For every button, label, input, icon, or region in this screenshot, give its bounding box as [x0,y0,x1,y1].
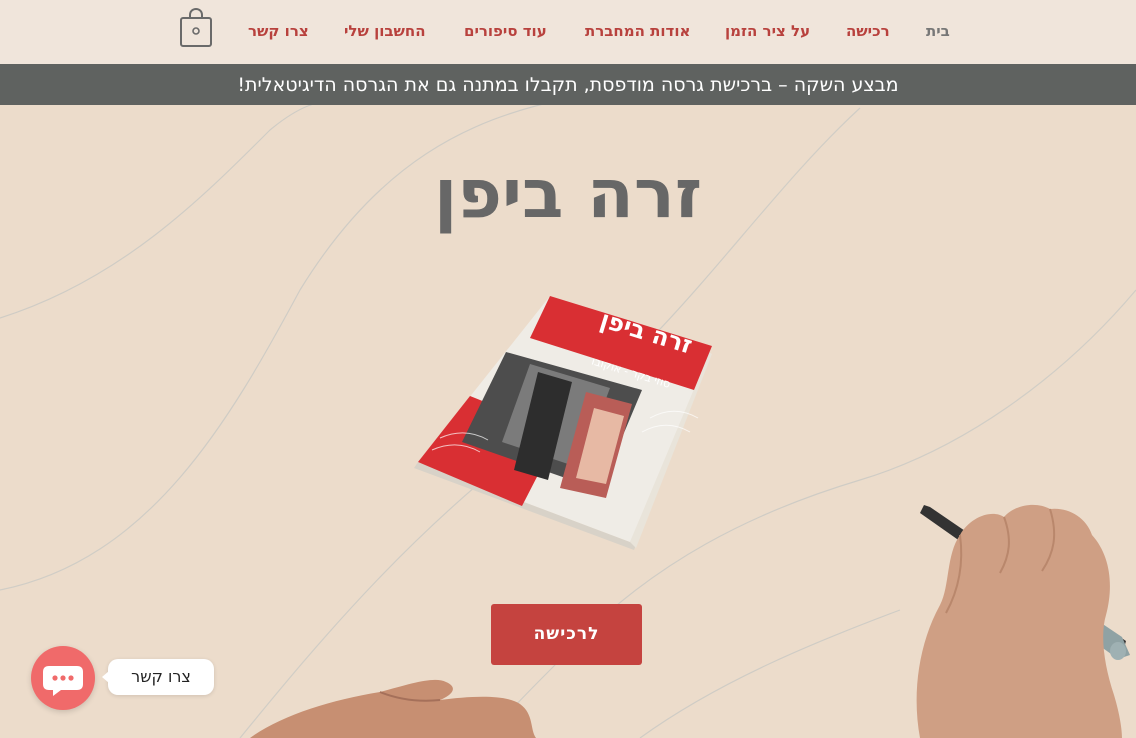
hand-with-pen-image [916,504,1130,738]
nav-about-timeline[interactable]: על ציר הזמן [725,20,810,42]
nav-about-author[interactable]: אודות המחברת [585,20,690,42]
promo-banner-text: מבצע השקה – ברכישת גרסה מודפסת, תקבלו במ… [237,74,899,96]
buy-button[interactable]: לרכישה [491,604,642,665]
cart-button[interactable] [178,7,214,50]
book-cover-image: זרה ביפן סוזי בקר - אוקובו [414,296,712,550]
page-title: זרה ביפן [433,155,703,234]
shopping-bag-icon [180,7,212,47]
nav-contact[interactable]: צרו קשר [248,20,309,42]
page: בית רכישה על ציר הזמן אודות המחברת עוד ס… [0,0,1136,738]
site-header: בית רכישה על ציר הזמן אודות המחברת עוד ס… [0,0,1136,64]
nav-my-account[interactable]: החשבון שלי [344,20,426,42]
chat-bubble-icon [43,666,83,696]
nav-purchase[interactable]: רכישה [846,20,890,42]
nav-more-stories[interactable]: עוד סיפורים [464,20,547,42]
hand-bottom-image [250,679,536,738]
chat-label[interactable]: צרו קשר [102,659,214,695]
chat-button[interactable] [31,646,95,710]
promo-banner: מבצע השקה – ברכישת גרסה מודפסת, תקבלו במ… [0,64,1136,105]
nav-home[interactable]: בית [926,20,950,42]
